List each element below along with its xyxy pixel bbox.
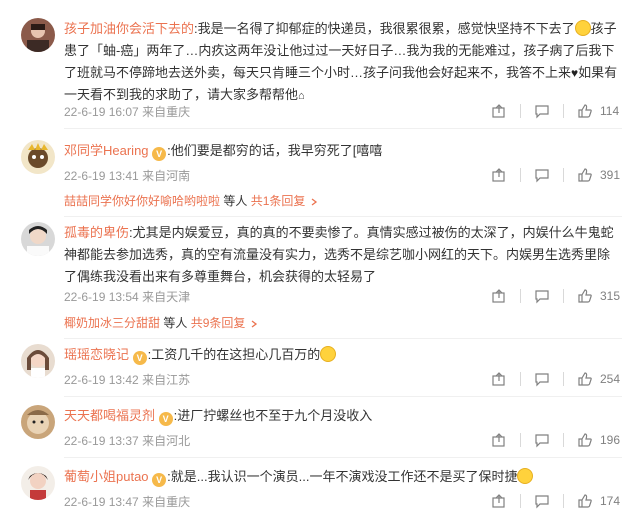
crying-emoji-icon <box>574 20 591 36</box>
comment-text: 孤毒的卑伤:尤其是内娱爱豆，真的真的不要卖惨了。真情实感过被伤的太深了，内娱什么… <box>64 225 614 284</box>
comment-username[interactable]: 瑶瑶恋晓记 <box>64 347 129 362</box>
avatar[interactable] <box>21 466 55 500</box>
avatar[interactable] <box>21 18 55 52</box>
like-count: 114 <box>600 104 620 118</box>
laughing-emoji-icon <box>517 468 534 484</box>
comment-timestamp: 22-6-19 13:47 来自重庆 <box>64 495 191 509</box>
comment-icon[interactable] <box>531 164 553 186</box>
like-count: 254 <box>600 372 621 386</box>
comment-icon[interactable] <box>531 490 553 512</box>
comment-text: 孩子加油你会活下去的:我是一名得了抑郁症的快递员，我很累很累，感觉快坚持不下去了… <box>64 20 618 102</box>
like-count: 315 <box>600 289 621 303</box>
like-icon[interactable] <box>574 164 596 186</box>
comment-icon[interactable] <box>531 100 553 122</box>
comment-text: 邓同学Hearing V:他们要是都穷的话，我早穷死了[嘻嘻 <box>64 143 383 161</box>
vip-badge-icon: V <box>158 412 173 426</box>
like-icon[interactable] <box>574 429 596 451</box>
reply-summary[interactable]: 喆喆同学你好你好喻哈哟啦啦 等人 共1条回复 <box>64 192 622 210</box>
share-icon[interactable] <box>488 368 510 390</box>
share-icon[interactable] <box>488 490 510 512</box>
comment-icon[interactable] <box>531 429 553 451</box>
comment-username[interactable]: 天天都喝福灵剂 <box>64 408 155 423</box>
share-icon[interactable] <box>488 429 510 451</box>
comment-timestamp: 22-6-19 13:42 来自江苏 <box>64 373 191 387</box>
avatar[interactable] <box>21 140 55 174</box>
share-icon[interactable] <box>488 164 510 186</box>
comment-username[interactable]: 葡萄小姐putao <box>64 469 149 484</box>
comment-timestamp: 22-6-19 16:07 来自重庆 <box>64 105 191 119</box>
comment-timestamp: 22-6-19 13:41 来自河南 <box>64 169 191 183</box>
like-count: 391 <box>600 168 621 182</box>
reply-arrow-icon[interactable] <box>309 194 319 208</box>
sly-emoji-icon <box>320 346 337 362</box>
like-icon[interactable] <box>574 368 596 390</box>
vip-badge-icon: V <box>152 147 167 161</box>
like-icon[interactable] <box>574 285 596 307</box>
like-count: 196 <box>600 433 621 447</box>
reply-summary[interactable]: 椰奶加冰三分甜甜 等人 共9条回复 <box>64 314 622 332</box>
vip-badge-icon: V <box>132 351 147 365</box>
comment-text: 瑶瑶恋晓记 V:工资几千的在这担心几百万的 <box>64 344 622 366</box>
like-icon[interactable] <box>574 100 596 122</box>
avatar[interactable] <box>21 344 55 378</box>
comment-text: 葡萄小姐putao V:就是...我认识一个演员...一年不演戏没工作还不是买了… <box>64 466 622 488</box>
share-icon[interactable] <box>488 100 510 122</box>
reply-arrow-icon[interactable] <box>249 316 259 330</box>
like-icon[interactable] <box>574 490 596 512</box>
like-count: 174 <box>600 494 621 508</box>
comment-timestamp: 22-6-19 13:37 来自河北 <box>64 434 191 448</box>
comment-username[interactable]: 孤毒的卑伤 <box>64 225 129 240</box>
comment-username[interactable]: 孩子加油你会活下去的 <box>64 21 194 36</box>
comment-username[interactable]: 邓同学Hearing <box>64 143 149 158</box>
vip-badge-icon: V <box>152 473 167 487</box>
avatar[interactable] <box>21 222 55 256</box>
avatar[interactable] <box>21 405 55 439</box>
comment-text: 天天都喝福灵剂 V:进厂拧螺丝也不至于九个月没收入 <box>64 408 373 426</box>
comment-icon[interactable] <box>531 368 553 390</box>
comment-timestamp: 22-6-19 13:54 来自天津 <box>64 290 191 304</box>
share-icon[interactable] <box>488 285 510 307</box>
comment-icon[interactable] <box>531 285 553 307</box>
